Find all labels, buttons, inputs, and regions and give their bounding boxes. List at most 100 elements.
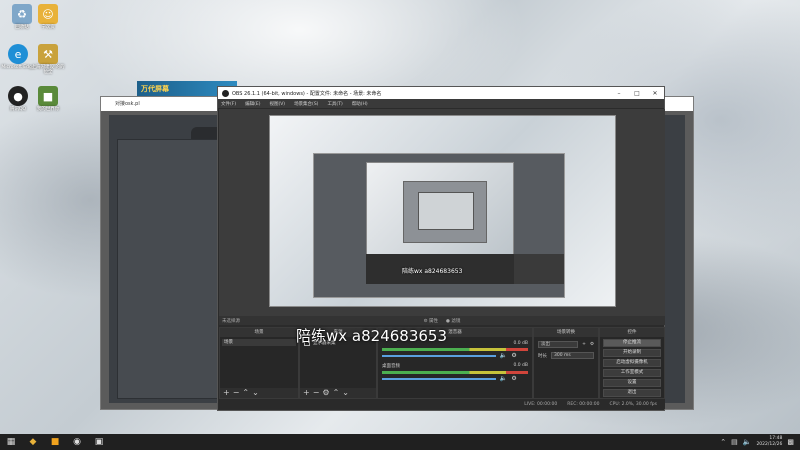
remove-icon[interactable]: − [233, 388, 243, 397]
settings-button[interactable]: 设置 [603, 379, 661, 387]
down-icon[interactable]: ⌄ [252, 388, 262, 397]
menu-file[interactable]: 文件(F) [221, 101, 236, 107]
network-icon[interactable]: ▤ [731, 438, 738, 446]
duration-label: 时长 [538, 353, 547, 359]
virtual-camera-button[interactable]: 启动虚拟摄像机 [603, 359, 661, 367]
menu-tools[interactable]: 工具(T) [327, 101, 342, 107]
chevron-up-icon[interactable]: ⌃ [720, 438, 726, 446]
add-icon[interactable]: + [223, 388, 233, 397]
gear-icon[interactable]: ⚙ [590, 342, 594, 347]
filters-tab-label: 滤镜 [451, 318, 461, 324]
properties-tab[interactable]: ⚙ 属性 [424, 318, 438, 324]
volume-slider[interactable] [382, 377, 496, 380]
duration-row: 时长 300 ms [538, 352, 594, 359]
menu-help[interactable]: 帮助(H) [352, 101, 368, 107]
windows-start-icon[interactable]: ▦ [0, 434, 22, 450]
preview-area: 陪练wx a824683653 [219, 109, 665, 319]
cpu-status: CPU: 2.0%, 30.00 fps [609, 401, 658, 407]
transitions-dock: 场景转换 淡出 + ⚙ 时长 300 ms [533, 327, 599, 399]
obs-taskbar-icon[interactable]: ◉ [66, 434, 88, 450]
controls-header: 控件 [600, 328, 664, 337]
duration-input[interactable]: 300 ms [551, 352, 594, 359]
nested-controls [514, 254, 564, 284]
desktop-icon-label: 上海闪建设 的的位全 [31, 65, 65, 75]
menu-edit[interactable]: 编辑(E) [245, 101, 260, 107]
menu-scene-collection[interactable]: 场景集合(S) [294, 101, 318, 107]
volume-icon[interactable]: 🔈 [743, 438, 752, 446]
clock[interactable]: 17:48 2022/12/26 [756, 436, 782, 448]
maximize-icon[interactable]: □ [628, 90, 646, 97]
volume-meter [382, 371, 528, 374]
taskbar: ▦ ◆ ■ ◉ ▣ ⌃ ▤ 🔈 17:48 2022/12/26 ▩ [0, 434, 800, 450]
mixer-channel: 桌面音频 0.0 dB 🔈 ⚙ [382, 363, 528, 382]
background-panel [117, 139, 225, 399]
add-icon[interactable]: + [303, 388, 313, 397]
scene-item[interactable]: 场景 [222, 339, 296, 346]
status-bar: LIVE: 00:00:00 REC: 00:00:00 CPU: 2.0%, … [219, 399, 665, 409]
desktop-icon-minecraft[interactable]: ■ 我的世界你 [30, 86, 66, 113]
nested-preview [366, 162, 514, 260]
nested-capture [313, 153, 565, 298]
studio-mode-button[interactable]: 工作室模式 [603, 369, 661, 377]
gear-icon[interactable]: ⚙ [322, 388, 332, 397]
system-tray: ⌃ ▤ 🔈 17:48 2022/12/26 ▩ [720, 436, 800, 448]
notification-icon[interactable]: ▩ [787, 438, 794, 446]
obs-logo-icon [222, 89, 229, 97]
stop-streaming-button[interactable]: 停止推流 [603, 339, 661, 347]
exit-button[interactable]: 退出 [603, 389, 661, 397]
tool-icon: ⚒ [38, 44, 58, 64]
qq-penguin-icon: ● [8, 86, 28, 106]
obs-window: OBS 26.1.1 (64-bit, windows) - 配置文件: 未命名… [217, 86, 665, 411]
edge-icon: e [8, 44, 28, 64]
speaker-icon[interactable]: 🔈 [500, 375, 507, 382]
obs-menubar: 文件(F) 编辑(E) 视图(V) 场景集合(S) 工具(T) 帮助(H) [218, 99, 664, 108]
start-recording-button[interactable]: 开始录制 [603, 349, 661, 357]
live-status: LIVE: 00:00:00 [524, 401, 558, 407]
watermark: 陪练wx a824683653 [296, 327, 447, 345]
close-icon[interactable]: ✕ [646, 90, 664, 97]
channel-db: 0.0 dB [513, 341, 528, 346]
dock-tabs: 未选择源 ⚙ 属性 ● 滤镜 [219, 316, 665, 325]
sources-footer: +−⚙⌃⌄ [300, 388, 376, 398]
add-icon[interactable]: + [582, 342, 586, 347]
controls-dock: 控件 停止推流 开始录制 启动虚拟摄像机 工作室模式 设置 退出 [599, 327, 665, 399]
transitions-header: 场景转换 [534, 328, 598, 337]
menu-view[interactable]: 视图(V) [269, 101, 285, 107]
terminal-taskbar-icon[interactable]: ▣ [88, 434, 110, 450]
desktop-icon-tool[interactable]: ⚒ 上海闪建设 的的位全 [30, 44, 66, 76]
transition-select[interactable]: 淡出 [538, 341, 579, 348]
scenes-header: 场景 [220, 328, 298, 337]
scenes-dock: 场景 场景 +−⌃⌄ [219, 327, 299, 399]
remove-icon[interactable]: − [313, 388, 323, 397]
transition-type-row: 淡出 + ⚙ [538, 341, 594, 348]
obs-titlebar: OBS 26.1.1 (64-bit, windows) - 配置文件: 未命名… [218, 87, 664, 99]
properties-tab-label: 属性 [429, 318, 439, 324]
desktop-icon-label: 我的世界你 [36, 107, 60, 112]
channel-db: 0.0 dB [513, 363, 528, 368]
up-icon[interactable]: ⌃ [242, 388, 252, 397]
rec-status: REC: 00:00:00 [567, 401, 600, 407]
down-icon[interactable]: ⌄ [342, 388, 352, 397]
obs-title: OBS 26.1.1 (64-bit, windows) - 配置文件: 未命名… [232, 90, 382, 97]
channel-name: 桌面音频 [382, 364, 400, 369]
recycle-bin-icon: ♻ [12, 4, 32, 24]
app-icon: ☺ [38, 4, 58, 24]
up-icon[interactable]: ⌃ [333, 388, 343, 397]
desktop-icon-app[interactable]: ☺ 宁次资 [30, 4, 66, 31]
nested-preview-2 [403, 181, 487, 243]
minimize-icon[interactable]: – [610, 90, 628, 97]
speaker-icon[interactable]: 🔈 [500, 352, 507, 359]
preview-watermark: 陪练wx a824683653 [402, 268, 463, 275]
preview-canvas[interactable]: 陪练wx a824683653 [269, 115, 616, 307]
gear-icon[interactable]: ⚙ [511, 352, 516, 359]
volume-meter [382, 348, 528, 351]
no-source-selected: 未选择源 [222, 318, 240, 324]
minecraft-icon: ■ [38, 86, 58, 106]
desktop-icon-label: 宁次资 [41, 25, 55, 30]
app-taskbar-icon[interactable]: ◆ [22, 434, 44, 450]
scenes-footer: +−⌃⌄ [220, 388, 298, 398]
gear-icon[interactable]: ⚙ [511, 375, 516, 382]
volume-slider[interactable] [382, 354, 496, 357]
filters-tab[interactable]: ● 滤镜 [446, 318, 460, 324]
folder-taskbar-icon[interactable]: ■ [44, 434, 66, 450]
